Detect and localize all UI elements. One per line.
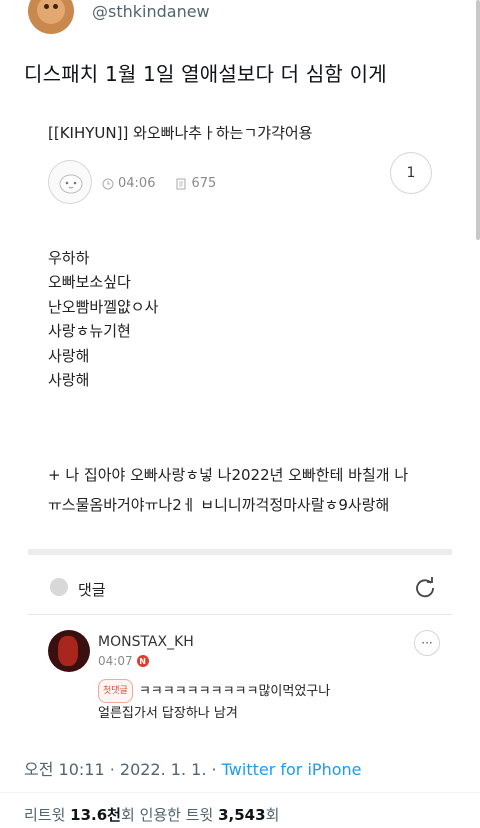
post-body: 우하하 오빠보소싶다 난오빰바껠얎ㅇ사 사랑ㅎ뉴기현 사랑해 사랑해	[48, 246, 158, 392]
quote-count[interactable]: 3,543	[218, 806, 265, 824]
commenter-avatar[interactable]	[48, 630, 90, 672]
post-line: 난오빰바껠얎ㅇ사	[48, 297, 159, 316]
comments-header: 댓글	[28, 570, 452, 606]
commenter-name[interactable]: MONSTAX_KH	[98, 634, 194, 650]
post-time: 04:06	[118, 176, 156, 191]
user-avatar[interactable]	[28, 0, 74, 34]
comment-time: 04:07	[98, 654, 133, 668]
tweet-timestamp: 오전 10:11 · 2022. 1. 1. · Twitter for iPh…	[24, 760, 362, 779]
tweet-stats: 리트윗 13.6천회 인용한 트윗 3,543회	[24, 806, 280, 824]
post-line: 사랑해	[48, 346, 90, 365]
comment-line: 얼른집가서 답장하나 남겨	[98, 706, 238, 721]
new-badge-icon: N	[136, 655, 149, 667]
post-meta: 04:06 675	[102, 176, 216, 191]
tweet-source-link[interactable]: Twitter for iPhone	[222, 760, 362, 779]
user-handle[interactable]: @sthkindanew	[92, 2, 210, 21]
comment-text: 첫댓글 ㅋㅋㅋㅋㅋㅋㅋㅋㅋㅋ많이먹었구나 얼른집가서 답장하나 남겨	[98, 679, 330, 725]
retweet-count[interactable]: 13.6천	[70, 806, 121, 824]
post-views: 675	[191, 176, 217, 191]
first-comment-badge: 첫댓글	[98, 679, 133, 703]
post-footer-line: ㅠ스물옴바거야ㅠ나2ㅔ ㅂ니니까걱정마사랄ㅎ9사랑해	[48, 496, 390, 514]
refresh-icon[interactable]	[414, 576, 436, 598]
document-icon	[176, 178, 186, 189]
embedded-post-card: [[KIHYUN]] 와오빠나추ㅏ하는ㄱ갸갹어용 04:06 675 1 우하하…	[28, 110, 452, 550]
divider	[0, 792, 480, 793]
bell-icon	[50, 578, 68, 596]
post-title: [[KIHYUN]] 와오빠나추ㅏ하는ㄱ갸갹어용	[48, 124, 313, 142]
post-author-avatar	[48, 160, 92, 204]
reply-count-button[interactable]: 1	[390, 152, 432, 194]
comments-label: 댓글	[78, 581, 106, 599]
post-footer-line: + 나 집아야 오빠사랑ㅎ넣 나2022년 오빠한테 바칠개 나	[48, 466, 409, 484]
scrollbar[interactable]	[476, 0, 480, 240]
comment-meta: 04:07 N	[98, 654, 149, 668]
comment-line: ㅋㅋㅋㅋㅋㅋㅋㅋㅋㅋ많이먹었구나	[138, 684, 331, 699]
post-line: 사랑ㅎ뉴기현	[48, 322, 131, 341]
comment-more-button[interactable]: ···	[414, 630, 440, 656]
post-line: 우하하	[48, 249, 90, 267]
post-line: 오빠보소싶다	[48, 273, 131, 292]
post-line: 사랑해	[48, 371, 90, 390]
section-divider	[28, 549, 452, 555]
comments-divider	[28, 614, 452, 615]
tweet-header: @sthkindanew	[0, 0, 480, 40]
post-footer: + 나 집아야 오빠사랑ㅎ넣 나2022년 오빠한테 바칠개 나 ㅠ스물옴바거야…	[48, 460, 408, 520]
tweet-text: 디스패치 1월 1일 열애설보다 더 심함 이게	[24, 62, 387, 86]
clock-icon	[102, 178, 114, 189]
